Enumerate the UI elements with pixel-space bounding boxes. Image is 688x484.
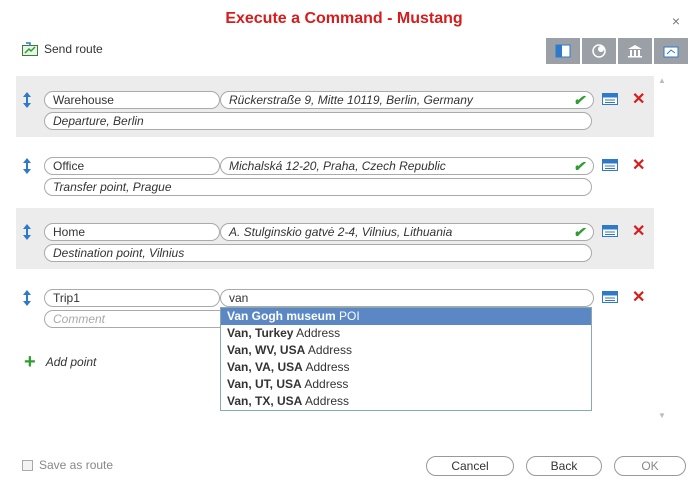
check-icon: ✔	[573, 224, 585, 240]
toolbar	[546, 38, 688, 64]
export-icon	[663, 46, 679, 58]
ok-button[interactable]: OK	[614, 456, 686, 476]
poi-icon	[592, 44, 606, 58]
point-address-input[interactable]: Michalská 12-20, Praha, Czech Republic ✔	[220, 157, 594, 175]
close-icon[interactable]: ×	[672, 13, 680, 29]
scroll-down-icon[interactable]: ▼	[658, 411, 666, 420]
point-comment-input[interactable]: Departure, Berlin	[44, 112, 592, 130]
point-comment-input[interactable]: Transfer point, Prague	[44, 178, 592, 196]
cancel-button[interactable]: Cancel	[426, 456, 514, 476]
back-button[interactable]: Back	[526, 456, 602, 476]
landmark-button[interactable]	[618, 38, 652, 64]
send-route-icon	[22, 42, 38, 56]
move-handle-icon[interactable]	[22, 91, 32, 109]
point-name-input[interactable]: Warehouse	[44, 91, 220, 109]
suggestion-item[interactable]: Van, TX, USA Address	[221, 393, 591, 410]
route-point: Warehouse Rückerstraße 9, Mitte 10119, B…	[16, 76, 654, 137]
point-name-input[interactable]: Home	[44, 223, 220, 241]
dialog-title: Execute a Command - Mustang	[225, 10, 463, 27]
move-handle-icon[interactable]	[22, 157, 32, 175]
send-route-row[interactable]: Send route	[22, 42, 103, 56]
delete-icon[interactable]: ✕	[632, 155, 645, 175]
send-route-label: Send route	[44, 42, 103, 56]
delete-icon[interactable]: ✕	[632, 221, 645, 241]
point-comment-input[interactable]: Destination point, Vilnius	[44, 244, 592, 262]
point-address-input[interactable]: van	[220, 289, 594, 307]
export-button[interactable]	[654, 38, 688, 64]
scroll-up-icon[interactable]: ▲	[658, 76, 666, 85]
split-view-button[interactable]	[546, 38, 580, 64]
point-address-input[interactable]: A. Stulginskio gatvė 2-4, Vilnius, Lithu…	[220, 223, 594, 241]
move-handle-icon[interactable]	[22, 223, 32, 241]
point-address-text: Michalská 12-20, Praha, Czech Republic	[229, 159, 446, 173]
save-icon[interactable]	[602, 225, 618, 237]
move-handle-icon[interactable]	[22, 289, 32, 307]
point-address-text: Rückerstraße 9, Mitte 10119, Berlin, Ger…	[229, 93, 473, 107]
suggestion-item[interactable]: Van, UT, USA Address	[221, 376, 591, 393]
point-address-text: A. Stulginskio gatvė 2-4, Vilnius, Lithu…	[229, 225, 453, 239]
route-point: Home A. Stulginskio gatvė 2-4, Vilnius, …	[16, 208, 654, 269]
save-as-route-checkbox[interactable]: Save as route	[22, 458, 113, 472]
plus-icon: +	[24, 351, 36, 373]
point-address-input[interactable]: Rückerstraße 9, Mitte 10119, Berlin, Ger…	[220, 91, 594, 109]
suggestion-item[interactable]: Van, VA, USA Address	[221, 359, 591, 376]
save-as-route-label: Save as route	[39, 458, 114, 472]
save-icon[interactable]	[602, 159, 618, 171]
checkbox-box[interactable]	[22, 459, 33, 471]
point-address-text: van	[229, 291, 249, 305]
suggestion-item[interactable]: Van Gogh museum POI	[221, 308, 591, 325]
suggestion-item[interactable]: Van, WV, USA Address	[221, 342, 591, 359]
check-icon: ✔	[573, 92, 585, 108]
save-icon[interactable]	[602, 93, 618, 105]
check-icon: ✔	[573, 158, 585, 174]
split-view-icon	[555, 44, 571, 58]
delete-icon[interactable]: ✕	[632, 89, 645, 109]
point-name-input[interactable]: Trip1	[44, 289, 220, 307]
delete-icon[interactable]: ✕	[632, 287, 645, 307]
add-point-button[interactable]: + Add point	[24, 351, 97, 373]
address-suggestions-dropdown: Van Gogh museum POI Van, Turkey Address …	[220, 307, 592, 411]
suggestion-item[interactable]: Van, Turkey Address	[221, 325, 591, 342]
add-point-label: Add point	[45, 355, 97, 369]
point-name-input[interactable]: Office	[44, 157, 220, 175]
scrollbar[interactable]: ▲ ▼	[654, 76, 670, 420]
poi-button[interactable]	[582, 38, 616, 64]
landmark-icon	[628, 45, 642, 58]
save-icon[interactable]	[602, 291, 618, 303]
route-point: Office Michalská 12-20, Praha, Czech Rep…	[16, 142, 654, 203]
